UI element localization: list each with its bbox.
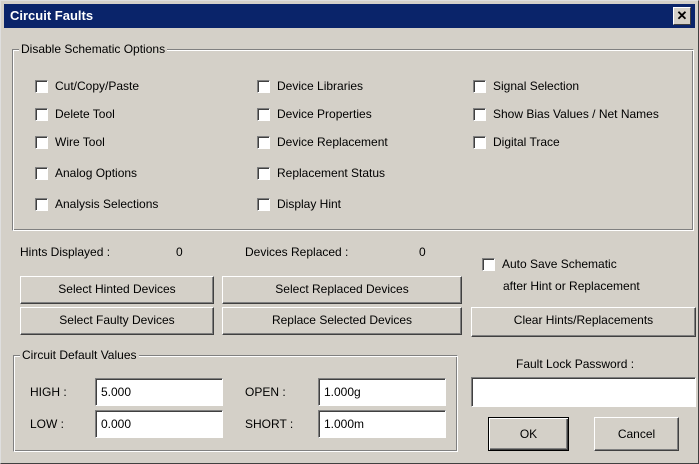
checkbox-box[interactable] <box>257 197 270 211</box>
disable-schematic-options-label: Disable Schematic Options <box>19 42 168 56</box>
checkbox-cut-copy-paste[interactable]: Cut/Copy/Paste <box>35 79 139 93</box>
checkbox-wire-tool[interactable]: Wire Tool <box>35 135 105 149</box>
checkbox-label: Wire Tool <box>55 135 105 149</box>
checkbox-analog-options[interactable]: Analog Options <box>35 166 137 180</box>
checkbox-device-properties[interactable]: Device Properties <box>257 107 372 121</box>
checkbox-label: Device Libraries <box>277 79 364 93</box>
hints-displayed-value: 0 <box>176 245 183 259</box>
circuit-default-values-label: Circuit Default Values <box>20 348 139 362</box>
checkbox-device-libraries[interactable]: Device Libraries <box>257 79 363 93</box>
checkbox-box[interactable] <box>35 197 48 211</box>
replace-selected-devices-button[interactable]: Replace Selected Devices <box>222 307 462 335</box>
open-value-input[interactable] <box>318 378 446 406</box>
hints-displayed-label: Hints Displayed : <box>20 245 111 259</box>
low-label: LOW : <box>30 417 65 431</box>
fault-lock-password-input[interactable] <box>471 377 696 407</box>
checkbox-box[interactable] <box>35 79 48 93</box>
circuit-faults-dialog: Circuit Faults ✕ Disable Schematic Optio… <box>0 0 699 464</box>
checkbox-box[interactable] <box>473 79 486 93</box>
checkbox-label: Device Properties <box>277 107 372 121</box>
close-icon: ✕ <box>676 8 688 23</box>
checkbox-label: Digital Trace <box>493 135 560 149</box>
high-label: HIGH : <box>30 385 67 399</box>
cancel-button[interactable]: Cancel <box>594 417 679 451</box>
checkbox-label: Show Bias Values / Net Names <box>493 107 659 121</box>
low-value-input[interactable] <box>95 410 223 438</box>
checkbox-delete-tool[interactable]: Delete Tool <box>35 107 115 121</box>
window-title: Circuit Faults <box>10 8 94 23</box>
checkbox-label: Display Hint <box>277 197 342 211</box>
checkbox-label: Analog Options <box>55 166 138 180</box>
devices-replaced-value: 0 <box>419 245 426 259</box>
checkbox-show-bias-values[interactable]: Show Bias Values / Net Names <box>473 107 659 121</box>
checkbox-box[interactable] <box>482 257 495 271</box>
checkbox-replacement-status[interactable]: Replacement Status <box>257 166 385 180</box>
checkbox-box[interactable] <box>35 166 48 180</box>
disable-schematic-options-group: Disable Schematic Options Cut/Copy/Paste… <box>12 42 694 231</box>
checkbox-box[interactable] <box>257 79 270 93</box>
clear-hints-replacements-button[interactable]: Clear Hints/Replacements <box>471 307 696 337</box>
high-value-input[interactable] <box>95 378 223 406</box>
auto-save-label-line2: after Hint or Replacement <box>503 279 640 293</box>
short-label: SHORT : <box>245 417 294 431</box>
checkbox-auto-save-schematic[interactable]: Auto Save Schematic <box>482 257 617 271</box>
checkbox-label: Device Replacement <box>277 135 388 149</box>
select-hinted-devices-button[interactable]: Select Hinted Devices <box>20 276 214 304</box>
select-faulty-devices-button[interactable]: Select Faulty Devices <box>20 307 214 335</box>
checkbox-box[interactable] <box>473 107 486 121</box>
ok-button[interactable]: OK <box>488 417 569 451</box>
devices-replaced-label: Devices Replaced : <box>245 245 349 259</box>
checkbox-label: Auto Save Schematic <box>502 257 617 271</box>
checkbox-box[interactable] <box>35 107 48 121</box>
checkbox-signal-selection[interactable]: Signal Selection <box>473 79 579 93</box>
checkbox-label: Delete Tool <box>55 107 115 121</box>
close-button[interactable]: ✕ <box>673 7 691 25</box>
title-bar[interactable]: Circuit Faults ✕ <box>4 4 695 28</box>
checkbox-label: Analysis Selections <box>55 197 159 211</box>
checkbox-device-replacement[interactable]: Device Replacement <box>257 135 388 149</box>
checkbox-label: Replacement Status <box>277 166 386 180</box>
checkbox-box[interactable] <box>257 135 270 149</box>
checkbox-label: Cut/Copy/Paste <box>55 79 140 93</box>
checkbox-display-hint[interactable]: Display Hint <box>257 197 341 211</box>
select-replaced-devices-button[interactable]: Select Replaced Devices <box>222 276 462 304</box>
checkbox-box[interactable] <box>473 135 486 149</box>
short-value-input[interactable] <box>318 410 446 438</box>
checkbox-digital-trace[interactable]: Digital Trace <box>473 135 560 149</box>
checkbox-box[interactable] <box>257 166 270 180</box>
checkbox-label: Signal Selection <box>493 79 580 93</box>
checkbox-box[interactable] <box>257 107 270 121</box>
fault-lock-password-label: Fault Lock Password : <box>516 357 635 371</box>
open-label: OPEN : <box>245 385 286 399</box>
checkbox-analysis-selections[interactable]: Analysis Selections <box>35 197 158 211</box>
checkbox-box[interactable] <box>35 135 48 149</box>
